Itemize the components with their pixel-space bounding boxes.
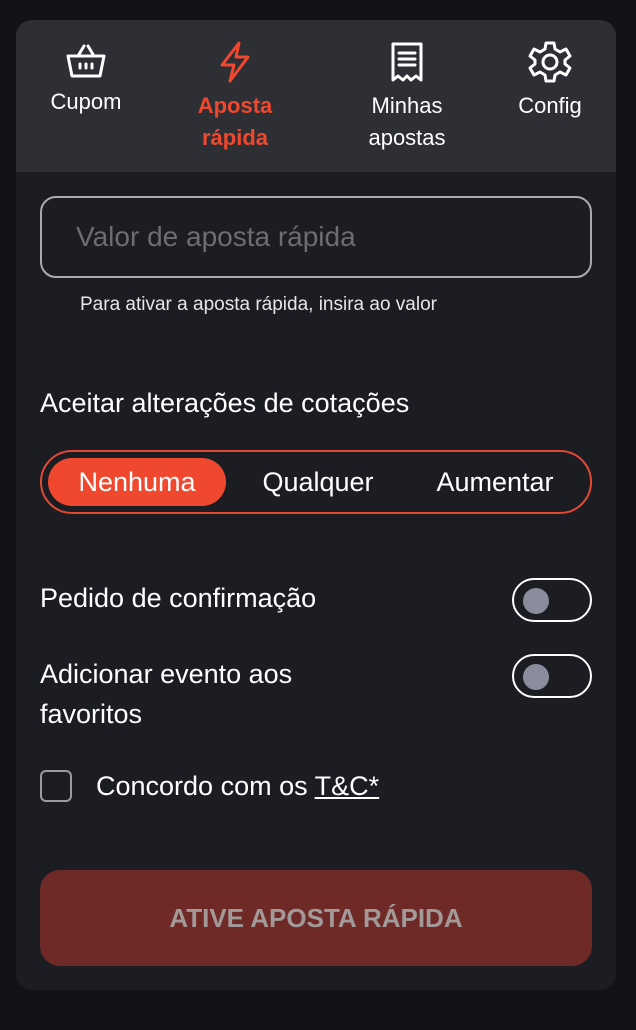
tab-minhas-apostas-label-line2: apostas [368, 125, 446, 150]
quick-bet-panel: Cupom Aposta rápida Minhas apostas Confi… [16, 20, 616, 990]
favorites-toggle-knob [523, 664, 549, 690]
terms-prefix: Concordo com os [96, 771, 315, 801]
confirmation-toggle[interactable] [512, 578, 592, 622]
tab-config[interactable]: Config [500, 20, 600, 172]
quick-bet-amount-input[interactable] [40, 196, 592, 278]
odds-changes-selector: Nenhuma Qualquer Aumentar [40, 450, 592, 514]
tab-minhas-apostas-label-line1: Minhas [371, 93, 443, 118]
tab-bar: Cupom Aposta rápida Minhas apostas Confi… [16, 20, 616, 172]
tab-aposta-rapida[interactable]: Aposta rápida [175, 20, 295, 172]
basket-icon [66, 44, 106, 78]
tab-config-label: Config [518, 93, 582, 118]
terms-checkbox[interactable] [40, 770, 72, 802]
odds-option-qualquer[interactable]: Qualquer [234, 458, 402, 506]
confirmation-toggle-knob [523, 588, 549, 614]
odds-option-aumentar[interactable]: Aumentar [412, 458, 578, 506]
terms-text: Concordo com os T&C* [96, 768, 379, 804]
tab-minhas-apostas[interactable]: Minhas apostas [336, 20, 478, 172]
terms-link[interactable]: T&C* [315, 771, 380, 801]
confirmation-label: Pedido de confirmação [40, 583, 317, 613]
tab-aposta-rapida-label-line1: Aposta [197, 93, 273, 118]
tab-cupom[interactable]: Cupom [26, 20, 146, 172]
receipt-icon [391, 42, 423, 82]
activate-quick-bet-button[interactable]: ATIVE APOSTA RÁPIDA [40, 870, 592, 966]
odds-changes-label: Aceitar alterações de cotações [40, 388, 410, 418]
favorites-label-line2: favoritos [40, 699, 143, 729]
tab-aposta-rapida-label-line2: rápida [201, 125, 269, 150]
tab-minhas-apostas-label: Minhas apostas [336, 90, 478, 154]
tab-aposta-rapida-label: Aposta rápida [175, 90, 295, 154]
quick-bet-hint: Para ativar a aposta rápida, insira ao v… [80, 294, 437, 315]
favorites-label: Adicionar evento aos favoritos [40, 654, 292, 734]
tab-cupom-label: Cupom [50, 89, 122, 114]
favorites-toggle[interactable] [512, 654, 592, 698]
favorites-label-line1: Adicionar evento aos [40, 659, 293, 689]
lightning-icon [220, 41, 250, 83]
gear-icon [528, 41, 572, 83]
odds-option-nenhuma[interactable]: Nenhuma [48, 458, 226, 506]
